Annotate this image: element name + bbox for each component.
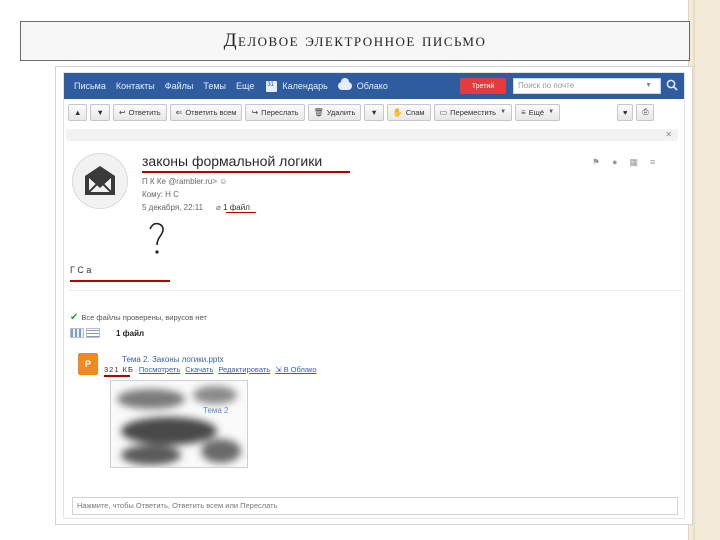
check-icon: ✔	[70, 312, 79, 323]
chevron-down-icon: ▼	[500, 109, 507, 115]
reply-all-label: Ответить всем	[185, 107, 237, 117]
subject-underline	[142, 171, 350, 173]
email-body-text: Г С а	[70, 265, 92, 275]
view-link[interactable]: Посмотреть	[139, 365, 180, 374]
attachments-link-underline	[226, 212, 256, 213]
mail-window: Письма Контакты Файлы Темы Еще Календарь…	[63, 72, 685, 519]
paperclip-icon: ⌀	[216, 203, 224, 212]
message-info-bar: ✕	[66, 129, 678, 141]
question-mark-drawing	[149, 222, 164, 254]
delete-button[interactable]: 🗑 Удалить	[307, 103, 362, 121]
recipient-line: Кому: Н С	[142, 190, 179, 199]
chevron-down-icon: ▼	[370, 107, 378, 117]
sender-avatar	[72, 153, 128, 209]
promo-button[interactable]: Третий	[460, 78, 506, 94]
next-button[interactable]: ▼	[90, 103, 110, 121]
list-view-icon[interactable]	[86, 328, 100, 338]
nav-cloud[interactable]: Облако	[357, 81, 388, 91]
quick-reply-bar[interactable]: Нажмите, чтобы Ответить, Ответить всем и…	[72, 497, 678, 515]
slide-title: Деловое электронное письмо	[223, 30, 487, 51]
more-button[interactable]: ≡ Ещё ▼	[515, 103, 561, 121]
printer-icon: ⎙	[642, 107, 649, 116]
nav-themes[interactable]: Темы	[203, 81, 226, 91]
attachment-actions: 321 КБ Посмотреть Скачать Редактировать …	[104, 365, 317, 374]
nav-more[interactable]: Еще	[236, 81, 254, 91]
delete-dropdown[interactable]: ▼	[364, 103, 384, 121]
delete-label: Удалить	[326, 107, 356, 117]
slide-thumbnail: Тема 2	[111, 381, 247, 467]
body-underline	[70, 280, 170, 282]
more-label: Ещё	[528, 107, 545, 117]
reply-all-button[interactable]: ⇐ Ответить всем	[169, 103, 243, 121]
flag-icon[interactable]: ⚑	[592, 157, 600, 168]
move-button[interactable]: ▭ Переместить ▼	[433, 103, 513, 121]
cloud-save-icon: ⇲	[275, 365, 284, 374]
nav-calendar[interactable]: Календарь	[282, 81, 327, 91]
thumb-down-icon: ✋	[392, 107, 403, 117]
arrow-up-icon: ▲	[74, 107, 82, 117]
forward-icon: ↪	[251, 107, 259, 117]
spam-label: Спам	[405, 107, 425, 117]
thumbnail-caption: Тема 2	[203, 406, 229, 415]
reply-all-icon: ⇐	[175, 107, 183, 117]
reply-button[interactable]: ↩ Ответить	[112, 103, 167, 121]
print-button[interactable]: ⎙	[636, 103, 655, 121]
search-placeholder: Поиск по почте	[518, 81, 575, 90]
menu-icon: ≡	[521, 107, 526, 117]
attachment-size: 321 КБ	[104, 365, 134, 374]
cloud-save-label: В Облако	[283, 365, 317, 374]
nav-letters[interactable]: Письма	[74, 81, 106, 91]
pptx-file-icon[interactable]: P	[78, 353, 98, 375]
size-underline	[104, 375, 130, 377]
search-input[interactable]: Поиск по почте ▼	[513, 78, 661, 94]
theme-button[interactable]: ♥	[617, 103, 634, 121]
nav-files[interactable]: Файлы	[165, 81, 194, 91]
menu-icon[interactable]: ≡	[650, 157, 655, 168]
trash-icon: 🗑	[313, 107, 324, 117]
sender-line[interactable]: П К Ке @rambler.ru> ☺	[142, 177, 227, 186]
search-icon[interactable]	[666, 79, 678, 91]
heart-icon: ♥	[623, 107, 628, 117]
dot-icon[interactable]: ●	[612, 157, 617, 168]
folder-icon: ▭	[439, 107, 448, 117]
attachments-link[interactable]: ⌀ 1 файл	[216, 203, 250, 212]
spam-button[interactable]: ✋ Спам	[386, 103, 431, 121]
email-subject: законы формальной логики	[142, 153, 323, 169]
download-link[interactable]: Скачать	[185, 365, 213, 374]
reply-icon: ↩	[118, 107, 126, 117]
move-label: Переместить	[450, 107, 497, 117]
cloud-icon[interactable]	[337, 78, 352, 90]
close-icon[interactable]: ✕	[665, 130, 672, 139]
mail-toolbar: ▲ ▼ ↩ Ответить ⇐ Ответить всем ↪ Переслать …	[64, 101, 684, 123]
attachment-file-name[interactable]: Тема 2. Законы логики.pptx	[122, 355, 224, 364]
calendar-icon[interactable]	[266, 80, 278, 92]
screenshot-frame: Письма Контакты Файлы Темы Еще Календарь…	[55, 66, 693, 525]
virus-check-text: Все файлы проверены, вирусов нет	[81, 313, 207, 322]
envelope-icon	[85, 166, 115, 195]
forward-button[interactable]: ↪ Переслать	[245, 103, 305, 121]
chevron-down-icon: ▼	[548, 109, 555, 115]
email-date: 5 декабря, 22:11	[142, 203, 204, 212]
edit-link[interactable]: Редактировать	[218, 365, 270, 374]
mail-topbar: Письма Контакты Файлы Темы Еще Календарь…	[64, 73, 684, 99]
attachments-header: 1 файл	[70, 328, 144, 338]
arrow-down-icon: ▼	[96, 107, 104, 117]
attachment-preview[interactable]: Тема 2	[110, 380, 248, 468]
reply-label: Ответить	[128, 107, 161, 117]
chevron-down-icon[interactable]: ▼	[645, 79, 652, 93]
attachments-link-label: 1 файл	[223, 203, 250, 212]
attachments-count: 1 файл	[116, 328, 145, 338]
prev-button[interactable]: ▲	[68, 103, 88, 121]
cloud-save-link[interactable]: ⇲ В Облако	[275, 365, 316, 374]
virus-check-status: ✔ Все файлы проверены, вирусов нет	[70, 312, 207, 323]
forward-label: Переслать	[261, 107, 299, 117]
grid-view-icon[interactable]	[70, 328, 84, 338]
slide-title-box: Деловое электронное письмо	[20, 21, 690, 61]
print-icon[interactable]: ▦	[630, 157, 639, 168]
nav-contacts[interactable]: Контакты	[116, 81, 155, 91]
header-actions: ⚑ ● ▦ ≡	[592, 157, 655, 168]
attachments-separator	[68, 290, 682, 291]
